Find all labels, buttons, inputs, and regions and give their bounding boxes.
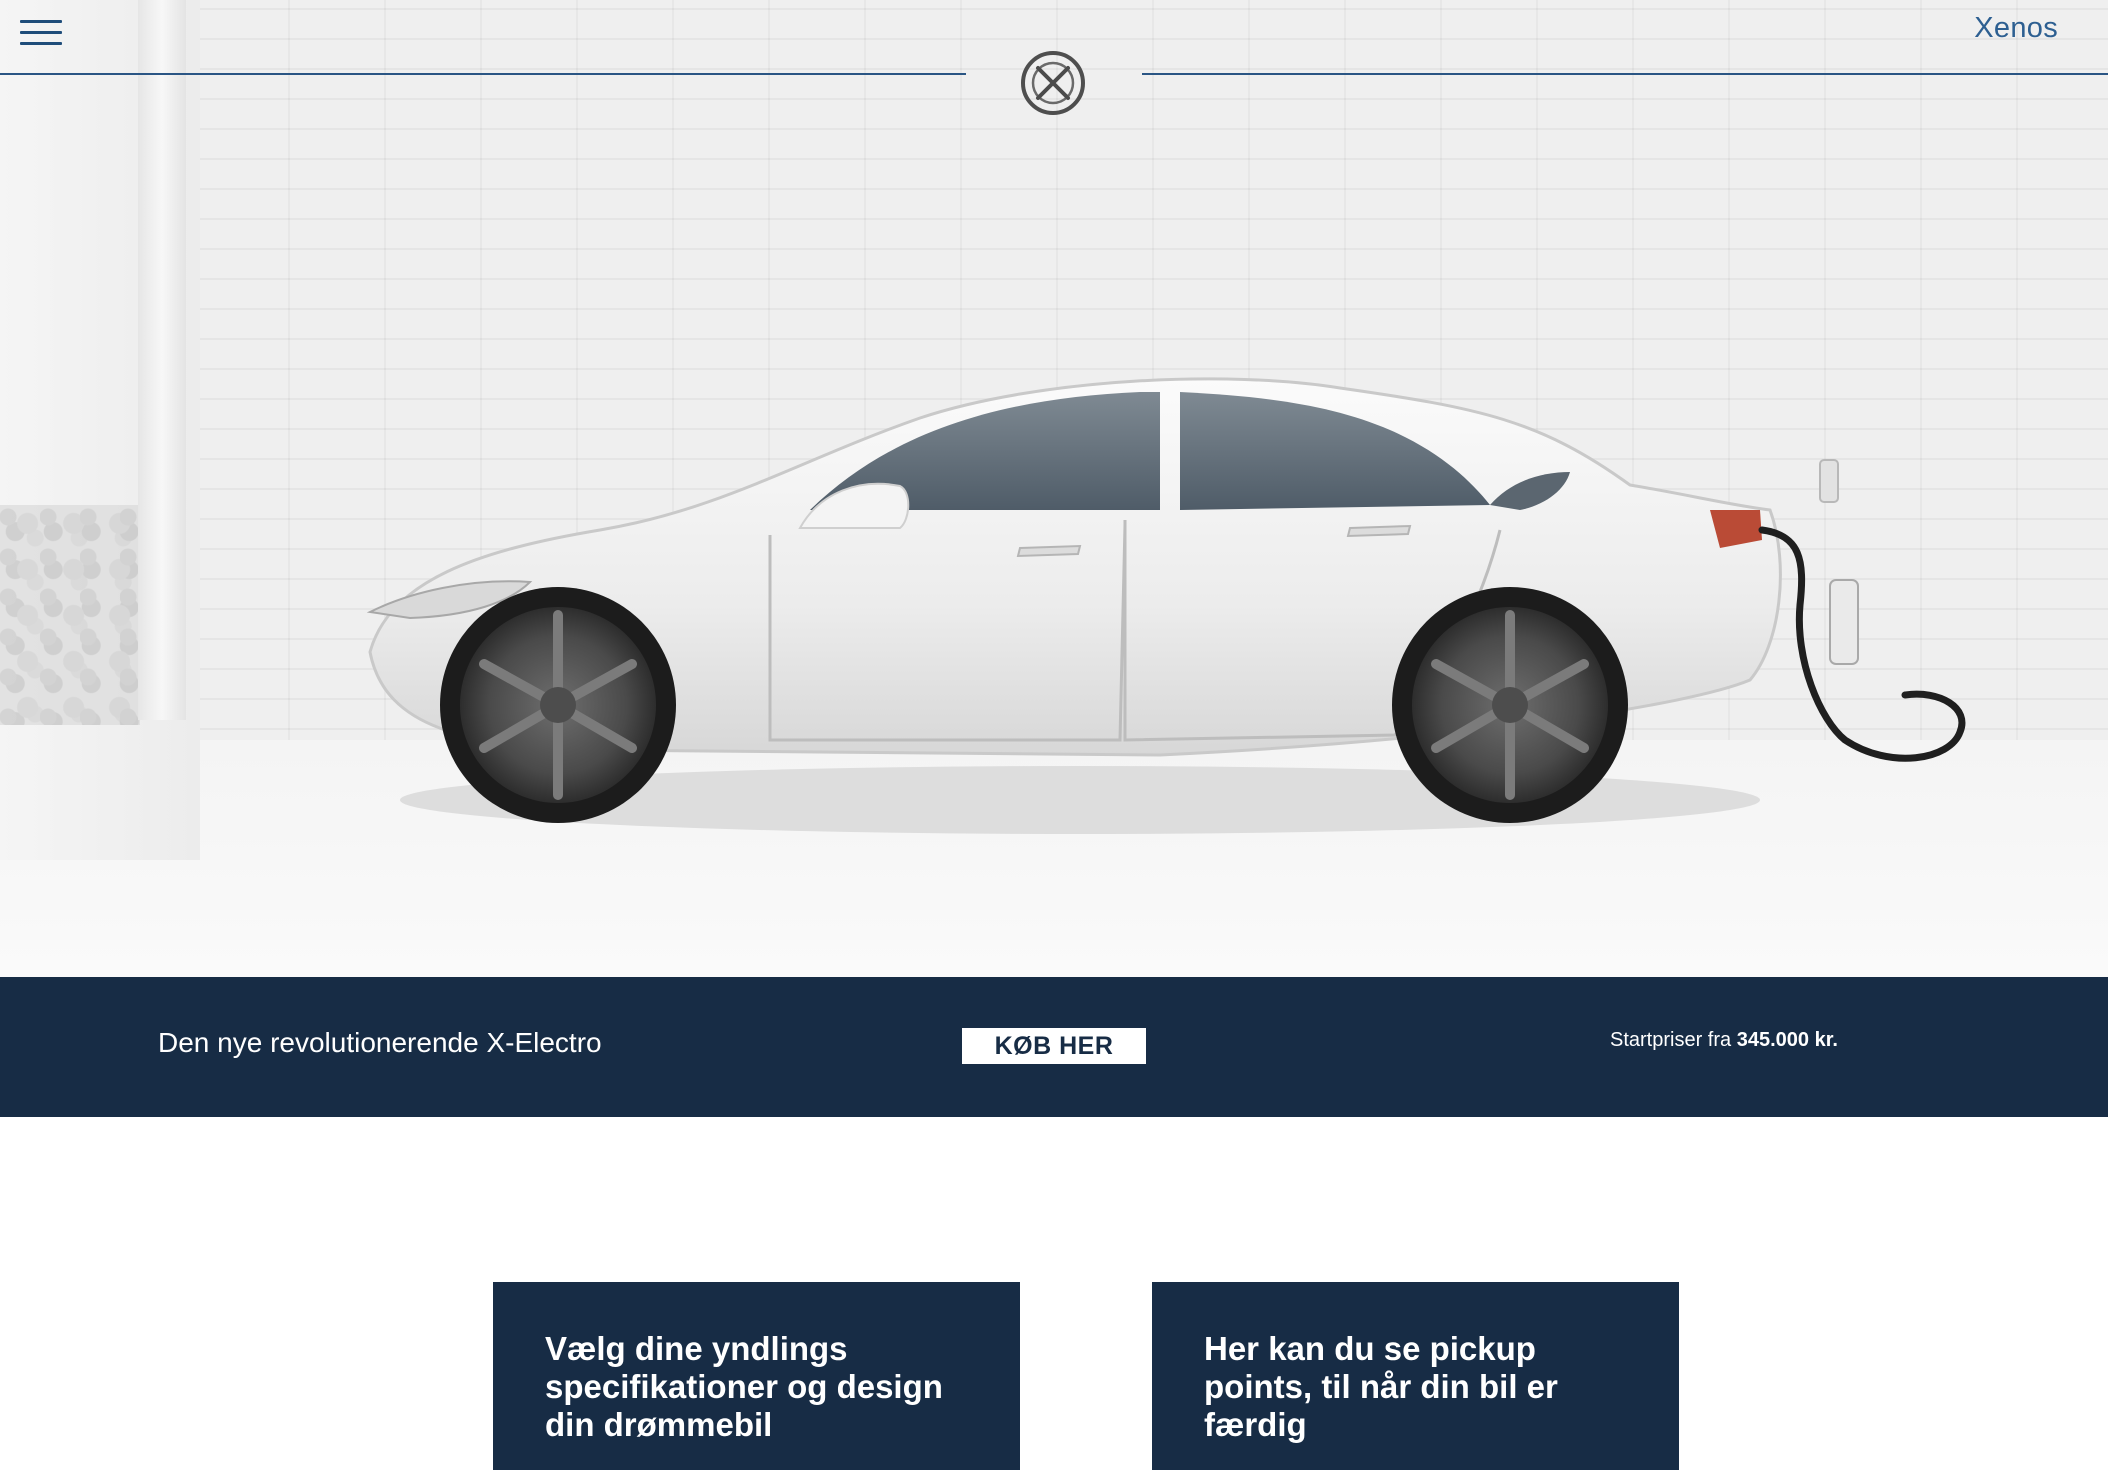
header-divider-left	[0, 73, 966, 75]
promo-text: Den nye revolutionerende X-Electro	[158, 1027, 602, 1058]
pickup-points-card[interactable]: Her kan du se pickup points, til når din…	[1152, 1282, 1679, 1470]
hamburger-menu-icon-line-3	[20, 42, 62, 45]
page: Xenos Den nye revolutionerende X-Electro…	[0, 0, 2108, 1470]
price-text: Startpriser fra 345.000 kr.	[1610, 1029, 1838, 1052]
menu-button[interactable]	[20, 20, 62, 46]
hamburger-menu-icon-line-1	[20, 20, 62, 23]
hedge-background	[0, 505, 140, 725]
design-car-card[interactable]: Vælg dine yndlings specifikationer og de…	[493, 1282, 1020, 1470]
hamburger-menu-icon-line-2	[20, 31, 62, 34]
brand-link[interactable]: Xenos	[1974, 12, 2058, 45]
buy-button[interactable]: KØB HER	[962, 1028, 1146, 1064]
x-circle-logo-icon[interactable]	[1018, 48, 1088, 118]
design-car-card-title: Vælg dine yndlings specifikationer og de…	[545, 1330, 943, 1443]
header-divider-right	[1142, 73, 2108, 75]
content-area	[0, 1117, 2108, 1470]
window-post	[138, 0, 186, 720]
hero-section: Xenos	[0, 0, 2108, 977]
pickup-points-card-title: Her kan du se pickup points, til når din…	[1204, 1330, 1558, 1443]
car-image	[366, 377, 1966, 834]
price-amount: 345.000 kr.	[1736, 1029, 1838, 1051]
price-prefix: Startpriser fra	[1610, 1029, 1732, 1051]
promo-bar: Den nye revolutionerende X-Electro KØB H…	[0, 977, 2108, 1117]
